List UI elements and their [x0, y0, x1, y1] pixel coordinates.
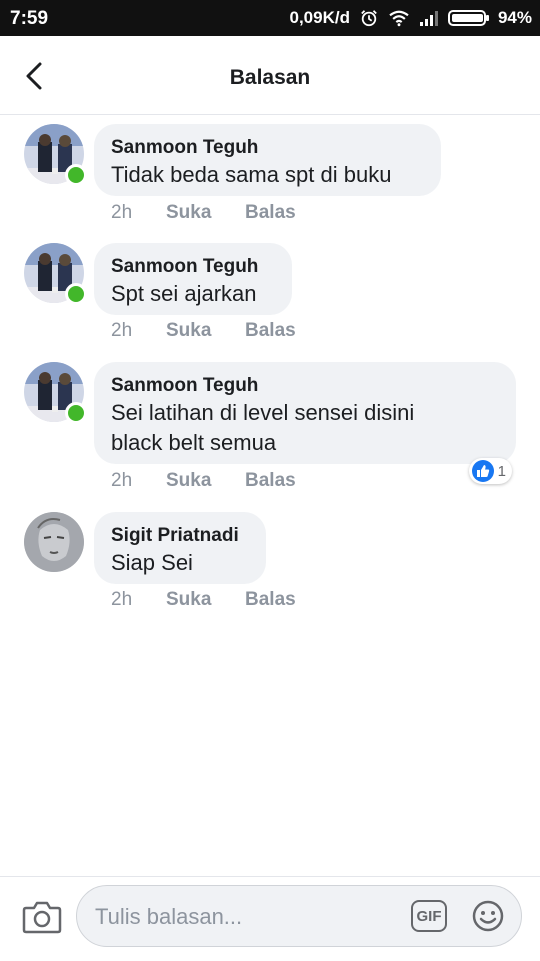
reply-composer: GIF: [0, 876, 540, 961]
online-status-dot: [65, 283, 87, 305]
comment-actions: 2h Suka Balas: [111, 470, 296, 492]
emoji-icon[interactable]: [471, 899, 505, 933]
comment-bubble[interactable]: Sanmoon Teguh Sei latihan di level sense…: [94, 362, 516, 464]
status-time: 7:59: [10, 8, 49, 29]
comment-text: Spt sei ajarkan: [111, 281, 257, 306]
reaction-summary[interactable]: 1: [468, 458, 512, 484]
comment-time: 2h: [111, 202, 133, 223]
like-button[interactable]: Suka: [166, 202, 245, 224]
comment-text-line-2: black belt semua: [111, 430, 277, 455]
wifi-icon: [389, 10, 409, 27]
reply-button[interactable]: Balas: [245, 470, 296, 492]
network-speed: 0,09K/d: [289, 8, 350, 27]
signal-icon: [419, 11, 438, 26]
comment-text: Tidak beda sama spt di buku: [111, 162, 392, 187]
reply-button[interactable]: Balas: [245, 589, 296, 611]
status-right: 0,09K/d 94%: [289, 8, 532, 28]
status-bar: 7:59 0,09K/d 94%: [0, 0, 540, 36]
online-status-dot: [65, 402, 87, 424]
reply-input-container[interactable]: GIF: [76, 885, 522, 947]
comment-bubble[interactable]: Sanmoon Teguh Tidak beda sama spt di buk…: [94, 124, 441, 196]
reply-button[interactable]: Balas: [245, 320, 296, 342]
comment-author[interactable]: Sanmoon Teguh: [111, 136, 423, 160]
online-status-dot: [65, 164, 87, 186]
comment-time: 2h: [111, 589, 133, 610]
comment-text: Siap Sei: [111, 550, 193, 575]
comment-author[interactable]: Sigit Priatnadi: [111, 524, 248, 548]
reaction-count: 1: [497, 462, 506, 480]
reply-button[interactable]: Balas: [245, 202, 296, 224]
like-button[interactable]: Suka: [166, 320, 245, 342]
gif-icon[interactable]: GIF: [411, 900, 447, 932]
avatar[interactable]: [24, 512, 84, 572]
like-button[interactable]: Suka: [166, 589, 245, 611]
header: Balasan: [0, 36, 540, 115]
battery-percent: 94%: [497, 8, 532, 27]
comment-bubble[interactable]: Sanmoon Teguh Spt sei ajarkan: [94, 243, 292, 315]
battery-icon: [447, 10, 489, 26]
comment-time: 2h: [111, 470, 133, 491]
comment-text-line-1: Sei latihan di level sensei disini: [111, 400, 415, 425]
camera-icon[interactable]: [22, 899, 62, 935]
comment-bubble[interactable]: Sigit Priatnadi Siap Sei: [94, 512, 266, 584]
comment-author[interactable]: Sanmoon Teguh: [111, 255, 274, 279]
comment-actions: 2h Suka Balas: [111, 320, 296, 342]
page-title: Balasan: [229, 66, 311, 89]
alarm-icon: [361, 10, 377, 27]
comment-author[interactable]: Sanmoon Teguh: [111, 374, 498, 398]
comment-actions: 2h Suka Balas: [111, 202, 296, 224]
comment-time: 2h: [111, 320, 133, 341]
comment-actions: 2h Suka Balas: [111, 589, 296, 611]
reply-input[interactable]: [93, 899, 397, 935]
like-button[interactable]: Suka: [166, 470, 245, 492]
like-reaction-icon: [471, 460, 494, 482]
